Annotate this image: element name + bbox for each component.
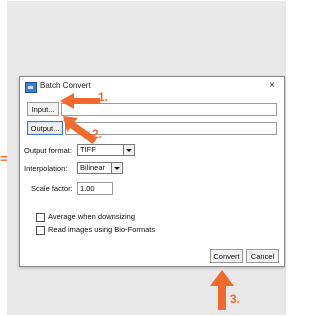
chevron-down-icon xyxy=(111,163,122,173)
output-button[interactable]: Output... xyxy=(27,121,63,135)
interpolation-select[interactable]: Bilinear xyxy=(77,162,123,174)
scale-factor-input[interactable]: 1.00 xyxy=(77,182,113,195)
edge-marker: = xyxy=(0,151,8,166)
cancel-button[interactable]: Cancel xyxy=(246,249,279,263)
output-format-label: Output format: xyxy=(24,146,72,155)
callout-number-2: 2. xyxy=(92,127,103,141)
callout-number-3: 3. xyxy=(230,292,241,306)
close-icon[interactable]: × xyxy=(264,78,280,94)
average-downsizing-checkbox[interactable] xyxy=(36,213,45,222)
convert-button[interactable]: Convert xyxy=(210,249,243,263)
input-button[interactable]: Input... xyxy=(27,102,59,116)
scale-factor-label: Scale factor: xyxy=(31,184,73,193)
callout-number-1: 1. xyxy=(98,90,109,104)
bio-formats-label: Read images using Bio-Formats xyxy=(48,225,156,234)
chevron-down-icon xyxy=(123,145,134,155)
app-icon xyxy=(25,82,37,93)
output-format-value: TIFF xyxy=(80,145,96,154)
interpolation-value: Bilinear xyxy=(80,163,106,172)
bio-formats-checkbox[interactable] xyxy=(36,226,45,235)
dialog-title: Batch Convert xyxy=(40,81,91,90)
interpolation-label: Interpolation: xyxy=(24,164,68,173)
batch-convert-dialog: Batch Convert × Input... Output... Outpu… xyxy=(19,76,285,267)
arrow-to-input-icon xyxy=(60,93,100,109)
average-downsizing-label: Average when downsizing xyxy=(48,212,136,221)
